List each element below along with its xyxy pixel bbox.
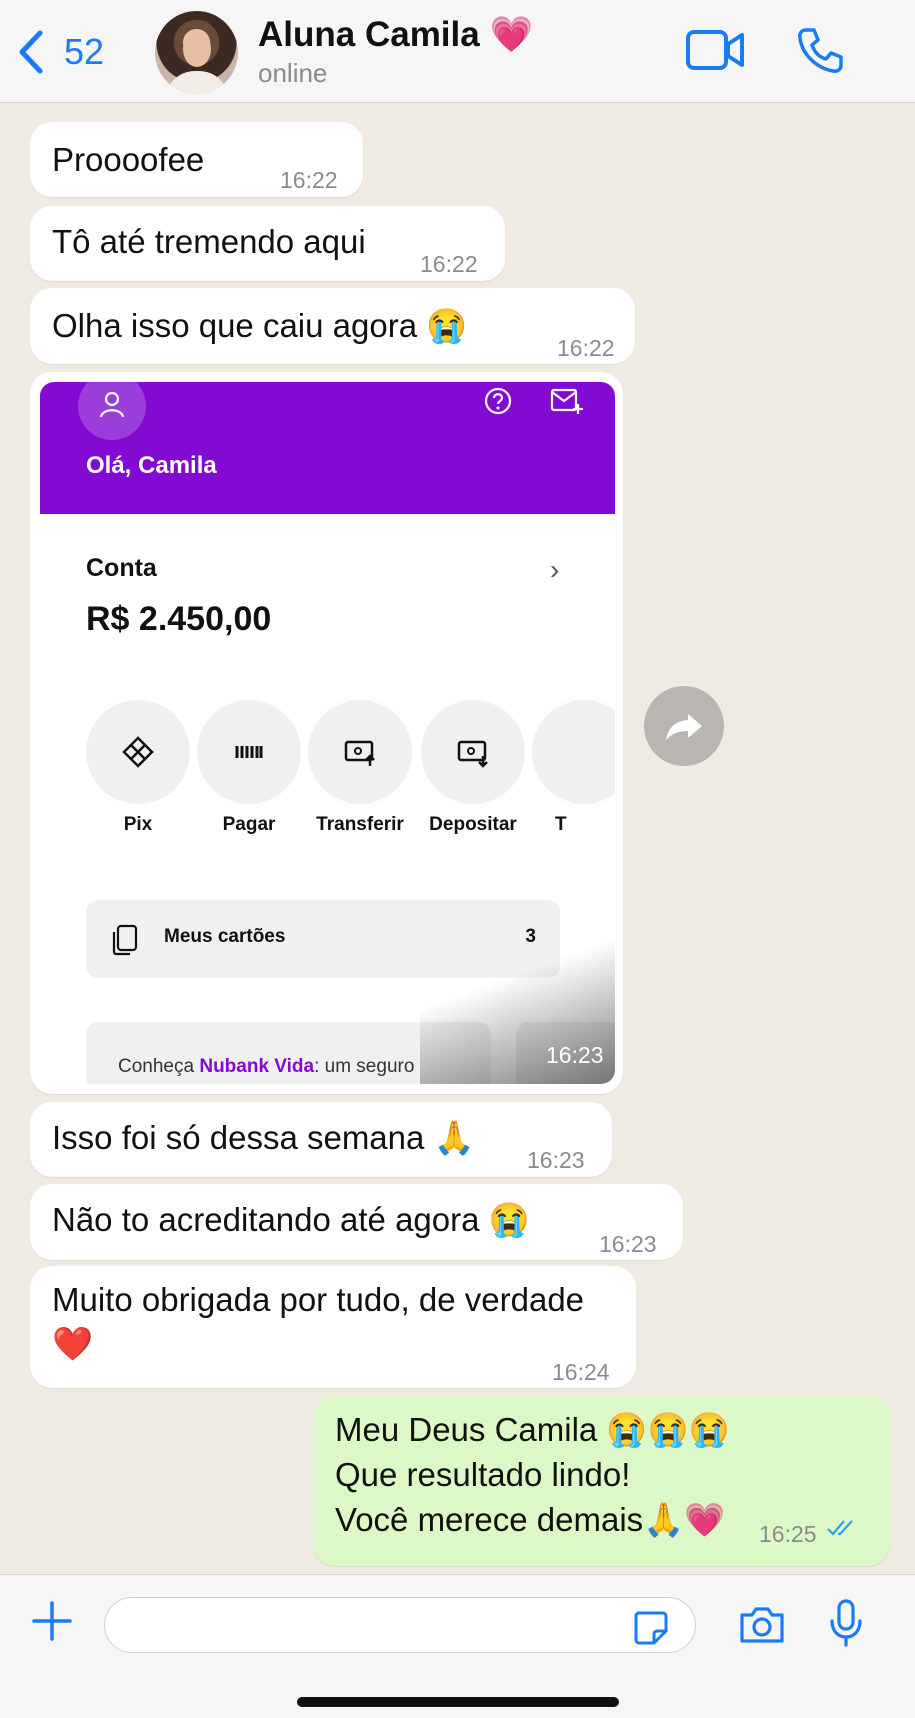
message-time: 16:25: [759, 1521, 817, 1547]
more-action: [532, 700, 615, 804]
message-time: 16:23: [599, 1231, 657, 1257]
composer-bar: [0, 1574, 915, 1718]
avatar-face: [183, 31, 211, 67]
message-bubble[interactable]: Não to acreditando até agora 😭 16:23: [30, 1184, 683, 1260]
promo-brand: Nubank Vida: [199, 1056, 315, 1077]
back-button[interactable]: 52: [14, 24, 104, 80]
action-label: Transferir: [316, 814, 404, 835]
message-emoji: ❤️: [52, 1325, 94, 1362]
message-bubble[interactable]: Olha isso que caiu agora 😭 16:22: [30, 288, 635, 364]
outgoing-message[interactable]: Meu Deus Camila 😭😭😭 Que resultado lindo!…: [313, 1396, 890, 1566]
message-time: 16:24: [552, 1359, 610, 1385]
message-time: 16:23: [527, 1147, 585, 1173]
avatar-shirt: [165, 71, 229, 94]
message-text: Proooofee: [52, 141, 205, 178]
transfer-money-icon: [344, 740, 375, 766]
message-bubble[interactable]: Muito obrigada por tudo, de verdade ❤️ 1…: [30, 1266, 636, 1388]
message-text: Isso foi só dessa semana 🙏: [52, 1119, 475, 1156]
chat-area[interactable]: Proooofee 16:22 Tô até tremendo aqui 16:…: [0, 104, 915, 1574]
message-text: Tô até tremendo aqui: [52, 223, 366, 260]
double-check-read-icon: [827, 1520, 853, 1536]
phone-call-icon[interactable]: [796, 26, 844, 74]
forward-arrow-icon: [666, 714, 702, 740]
pix-icon: [122, 736, 154, 768]
deposit-money-icon: [457, 740, 488, 768]
camera-icon[interactable]: [738, 1605, 786, 1645]
plus-icon[interactable]: [32, 1601, 72, 1641]
unread-count: 52: [64, 31, 105, 72]
microphone-icon[interactable]: [828, 1599, 864, 1647]
account-balance: R$ 2.450,00: [86, 600, 272, 638]
forward-button[interactable]: [644, 686, 724, 766]
profile-icon: [78, 382, 146, 440]
deposit-action: [421, 700, 525, 804]
image-time: 16:23: [546, 1042, 604, 1068]
image-message[interactable]: Olá, Camila Conta › R$ 2.450,00 Pix Paga…: [30, 372, 623, 1094]
message-line: Você merece demais🙏💗: [335, 1501, 726, 1538]
bank-header: Olá, Camila: [40, 382, 615, 514]
greeting: Olá, Camila: [86, 452, 217, 479]
bank-app-screenshot[interactable]: Olá, Camila Conta › R$ 2.450,00 Pix Paga…: [40, 382, 615, 1084]
contact-name[interactable]: Aluna Camila 💗: [258, 14, 533, 55]
message-bubble[interactable]: Tô até tremendo aqui 16:22: [30, 206, 505, 281]
message-bubble[interactable]: Isso foi só dessa semana 🙏 16:23: [30, 1102, 612, 1177]
message-line: Que resultado lindo!: [335, 1456, 631, 1493]
help-icon: [484, 387, 512, 415]
barcode-icon: [235, 746, 263, 758]
transfer-action: [308, 700, 412, 804]
cards-icon: [112, 924, 138, 956]
message-text: Olha isso que caiu agora 😭: [52, 307, 468, 344]
cards-label: Meus cartões: [164, 926, 286, 947]
video-call-icon[interactable]: [686, 28, 744, 72]
message-bubble[interactable]: Proooofee 16:22: [30, 122, 363, 197]
promo-suffix: : um seguro: [314, 1056, 415, 1077]
action-label: Depositar: [429, 814, 517, 835]
message-text: Não to acreditando até agora 😭: [52, 1201, 530, 1238]
message-line: Meu Deus Camila 😭😭😭: [335, 1411, 730, 1448]
message-time: 16:22: [557, 335, 615, 361]
pay-action: [197, 700, 301, 804]
chevron-right-icon: ›: [550, 554, 560, 585]
promo-prefix: Conheça: [118, 1056, 200, 1077]
message-input[interactable]: [104, 1597, 696, 1653]
message-time: 16:22: [420, 251, 478, 277]
contact-status: online: [258, 58, 328, 88]
mail-plus-icon: [550, 388, 583, 414]
home-indicator: [297, 1697, 619, 1707]
account-label: Conta: [86, 554, 157, 582]
chat-header: 52 Aluna Camila 💗 online: [0, 0, 915, 103]
pix-action: [86, 700, 190, 804]
action-label: T: [555, 814, 567, 835]
chevron-left-icon: [19, 30, 43, 74]
message-text: Muito obrigada por tudo, de verdade: [52, 1281, 585, 1318]
message-time: 16:22: [280, 167, 338, 193]
contact-avatar[interactable]: [155, 11, 238, 94]
promo-text: Conheça Nubank Vida: um seguro: [118, 1056, 414, 1078]
sticker-icon[interactable]: [632, 1609, 670, 1647]
